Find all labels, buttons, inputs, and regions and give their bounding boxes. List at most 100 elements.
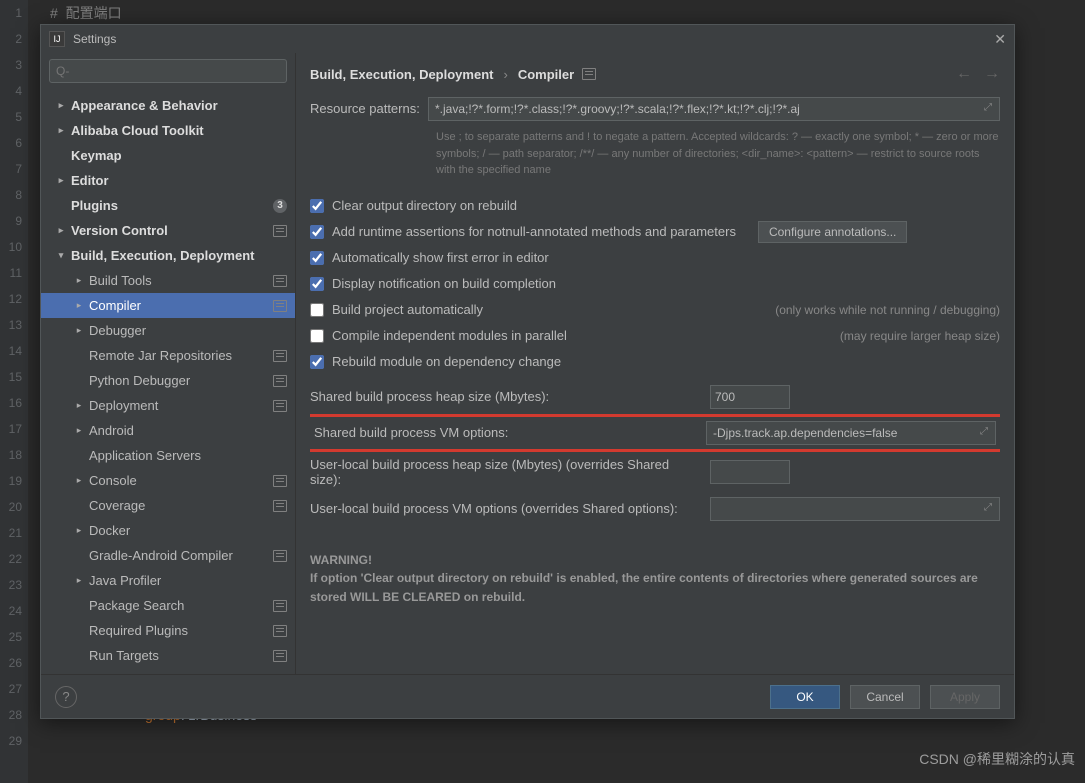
chevron-icon — [73, 475, 85, 486]
tree-item-label: Debugger — [89, 323, 146, 338]
user-heap-field[interactable] — [710, 460, 790, 484]
search-input[interactable] — [56, 64, 280, 78]
rebuild-dep-checkbox[interactable] — [310, 355, 324, 369]
chevron-icon — [55, 100, 67, 111]
tree-item-label: Java Profiler — [89, 573, 161, 588]
tree-item-label: Console — [89, 473, 137, 488]
tree-item[interactable]: Debugger — [41, 318, 295, 343]
tree-item[interactable]: Coverage — [41, 493, 295, 518]
close-icon[interactable]: ✕ — [994, 31, 1006, 48]
user-vm-label: User-local build process VM options (ove… — [310, 501, 700, 516]
apply-button[interactable]: Apply — [930, 685, 1000, 709]
tree-item[interactable]: Run Targets — [41, 643, 295, 668]
tree-item-label: Coverage — [89, 498, 145, 513]
resource-patterns-label: Resource patterns: — [310, 97, 428, 116]
tree-item-label: Package Search — [89, 598, 184, 613]
help-icon[interactable]: ? — [55, 686, 77, 708]
code-area: # 配置端口 — [50, 0, 122, 26]
build-notification-checkbox[interactable] — [310, 277, 324, 291]
user-vm-field[interactable]: ⤢ — [710, 497, 1000, 521]
tree-item[interactable]: Docker — [41, 518, 295, 543]
clear-output-checkbox[interactable] — [310, 199, 324, 213]
tree-item-label: Docker — [89, 523, 130, 538]
app-icon: IJ — [49, 31, 65, 47]
tree-item[interactable]: Remote Jar Repositories — [41, 343, 295, 368]
tree-item[interactable]: Build, Execution, Deployment — [41, 243, 295, 268]
project-scope-icon — [273, 400, 287, 412]
user-heap-label: User-local build process heap size (Mbyt… — [310, 457, 700, 487]
expand-icon[interactable]: ⤢ — [981, 102, 995, 116]
nav-fwd-icon[interactable]: → — [984, 65, 1000, 83]
project-scope-icon — [273, 475, 287, 487]
settings-tree[interactable]: Appearance & BehaviorAlibaba Cloud Toolk… — [41, 89, 295, 674]
chevron-icon — [55, 175, 67, 186]
settings-sidebar: Appearance & BehaviorAlibaba Cloud Toolk… — [41, 53, 296, 674]
vm-options-row: Shared build process VM options: -Djps.t… — [310, 419, 1000, 447]
expand-icon[interactable]: ⤢ — [977, 426, 991, 440]
nav-back-icon[interactable]: ← — [956, 65, 972, 83]
tree-item-label: Build, Execution, Deployment — [71, 248, 254, 263]
chevron-icon — [73, 575, 85, 586]
tree-item-label: Python Debugger — [89, 373, 190, 388]
tree-item-label: Version Control — [71, 223, 168, 238]
project-scope-icon — [273, 625, 287, 637]
tree-item-label: Plugins — [71, 198, 118, 213]
tree-item-label: Remote Jar Repositories — [89, 348, 232, 363]
tree-item-label: Required Plugins — [89, 623, 188, 638]
tree-item[interactable]: Python Debugger — [41, 368, 295, 393]
chevron-icon — [73, 300, 85, 311]
project-scope-icon — [273, 600, 287, 612]
tree-item[interactable]: Console — [41, 468, 295, 493]
project-scope-icon — [273, 225, 287, 237]
build-auto-checkbox[interactable] — [310, 303, 324, 317]
configure-annotations-button[interactable]: Configure annotations... — [758, 221, 907, 243]
expand-icon[interactable]: ⤢ — [981, 502, 995, 516]
tree-item-label: Build Tools — [89, 273, 152, 288]
ok-button[interactable]: OK — [770, 685, 840, 709]
heap-size-field[interactable]: 700 — [710, 385, 790, 409]
project-scope-icon — [273, 275, 287, 287]
project-scope-icon — [273, 300, 287, 312]
tree-item[interactable]: Application Servers — [41, 443, 295, 468]
cancel-button[interactable]: Cancel — [850, 685, 920, 709]
settings-dialog: IJ Settings ✕ Appearance & BehaviorAliba… — [40, 24, 1015, 719]
chevron-icon — [55, 250, 67, 261]
chevron-icon — [55, 125, 67, 136]
tree-item[interactable]: Editor — [41, 168, 295, 193]
tree-item[interactable]: Deployment — [41, 393, 295, 418]
tree-item[interactable]: Compiler — [41, 293, 295, 318]
tree-item[interactable]: Keymap — [41, 143, 295, 168]
tree-item[interactable]: Required Plugins — [41, 618, 295, 643]
tree-item-label: Keymap — [71, 148, 122, 163]
breadcrumb: Build, Execution, Deployment›Compiler ← … — [310, 65, 1000, 83]
chevron-icon — [55, 225, 67, 236]
runtime-assertions-checkbox[interactable] — [310, 225, 324, 239]
tree-item-label: Application Servers — [89, 448, 201, 463]
editor-gutter: 1234567891011121314151617181920212223242… — [0, 0, 28, 783]
tree-item[interactable]: Gradle-Android Compiler — [41, 543, 295, 568]
tree-item[interactable]: Build Tools — [41, 268, 295, 293]
heap-size-label: Shared build process heap size (Mbytes): — [310, 389, 700, 404]
tree-item-label: Editor — [71, 173, 109, 188]
resource-hint: Use ; to separate patterns and ! to nega… — [436, 129, 1000, 179]
tree-item[interactable]: Version Control — [41, 218, 295, 243]
vm-options-field[interactable]: -Djps.track.ap.dependencies=false ⤢ — [706, 421, 996, 445]
tree-item[interactable]: Package Search — [41, 593, 295, 618]
chevron-icon — [73, 325, 85, 336]
auto-show-error-checkbox[interactable] — [310, 251, 324, 265]
tree-item[interactable]: Java Profiler — [41, 568, 295, 593]
tree-item-label: Compiler — [89, 298, 141, 313]
settings-content: Build, Execution, Deployment›Compiler ← … — [296, 53, 1014, 674]
tree-item[interactable]: Appearance & Behavior — [41, 93, 295, 118]
tree-item[interactable]: Alibaba Cloud Toolkit — [41, 118, 295, 143]
project-scope-icon — [273, 350, 287, 362]
compile-parallel-checkbox[interactable] — [310, 329, 324, 343]
tree-item[interactable]: Android — [41, 418, 295, 443]
chevron-icon — [73, 425, 85, 436]
project-scope-icon — [582, 68, 596, 80]
tree-item[interactable]: Plugins3 — [41, 193, 295, 218]
project-scope-icon — [273, 650, 287, 662]
search-box[interactable] — [49, 59, 287, 83]
tree-item-label: Deployment — [89, 398, 158, 413]
resource-patterns-field[interactable]: *.java;!?*.form;!?*.class;!?*.groovy;!?*… — [428, 97, 1000, 121]
